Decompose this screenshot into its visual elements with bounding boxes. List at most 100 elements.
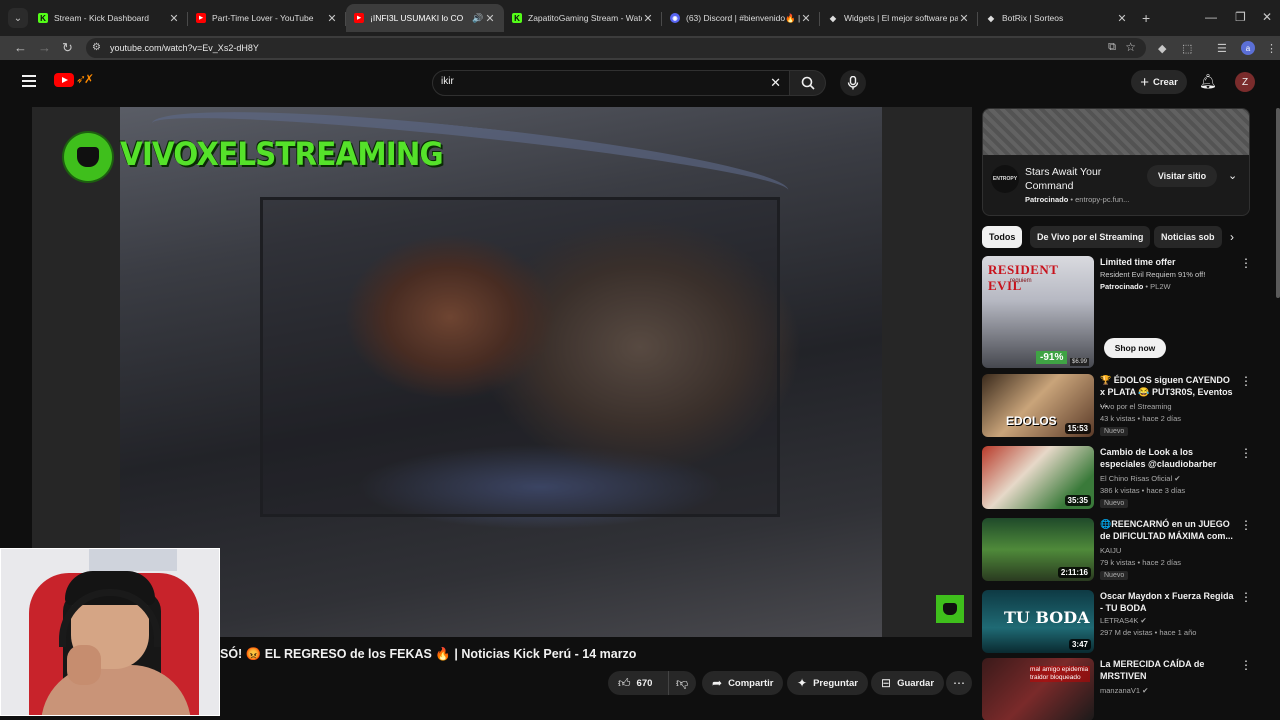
account-avatar[interactable]: Z — [1235, 72, 1255, 92]
rec-sponsored-label: Patrocinado — [1100, 282, 1144, 291]
ad-card[interactable]: ENTROPY Stars Await Your Command Patroci… — [982, 108, 1250, 216]
browser-tab[interactable]: ◉ (63) Discord | #bienvenido🔥 | ✕ — [662, 4, 820, 32]
rec-channel[interactable]: KAIJU — [1100, 546, 1121, 555]
new-tab-icon[interactable]: + — [1142, 10, 1150, 26]
list-item[interactable]: mal amigo epidemia traidor bloqueado La … — [982, 658, 1252, 720]
ad-title[interactable]: Stars Await Your Command — [1025, 165, 1135, 193]
rec-title[interactable]: La MERECIDA CAÍDA de MRSTIVEN — [1100, 658, 1236, 682]
rec-channel[interactable]: manzanaV1 ✔ — [1100, 686, 1148, 695]
minimize-icon[interactable]: — — [1205, 10, 1217, 24]
extensions-puzzle-icon[interactable]: ⬚ — [1182, 42, 1192, 55]
tab-audio-icon[interactable]: 🔊 — [472, 13, 484, 24]
bookmark-star-icon[interactable]: ☆ — [1125, 40, 1136, 54]
list-item[interactable]: 35:35 Cambio de Look a los especiales @c… — [982, 446, 1252, 510]
list-item[interactable]: EDOLOS 15:53 🏆 ÉDOLOS siguen CAYENDO x P… — [982, 374, 1252, 438]
shop-now-button[interactable]: Shop now — [1104, 338, 1166, 358]
more-vert-icon[interactable]: ⋮ — [1240, 590, 1252, 604]
page-scrollbar[interactable] — [1276, 108, 1280, 298]
tab-close-icon[interactable]: ✕ — [958, 12, 970, 25]
browser-tab[interactable]: ◆ Widgets | El mejor software pa ✕ — [820, 4, 978, 32]
reload-icon[interactable]: ↻ — [62, 40, 73, 56]
url-field[interactable]: ⚙ youtube.com/watch?v=Ev_Xs2-dH8Y ⧉ ☆ — [86, 38, 1146, 58]
youtube-favicon-icon: ▶ — [354, 13, 364, 23]
rec-meta: 43 k vistas • hace 2 días — [1100, 414, 1182, 423]
video-title: SÓ! 😡 EL REGRESO de los FEKAS 🔥 | Notici… — [220, 647, 637, 661]
ask-button[interactable]: ✦ Preguntar — [787, 671, 868, 695]
youtube-doodle-icon[interactable]: ➶✗ — [76, 72, 94, 86]
video-thumbnail[interactable]: 35:35 — [982, 446, 1094, 509]
visit-site-button[interactable]: Visitar sitio — [1147, 165, 1217, 187]
more-vert-icon[interactable]: ⋮ — [1240, 518, 1252, 532]
video-thumbnail[interactable]: EDOLOS 15:53 — [982, 374, 1094, 437]
list-item-sponsored[interactable]: RESIDENT EVIL requiem -91% $6.99 Limited… — [982, 256, 1252, 368]
tab-close-icon[interactable]: ✕ — [168, 12, 180, 25]
notifications-bell-icon[interactable]: 🔔︎ — [1199, 73, 1217, 90]
tab-close-icon[interactable]: ✕ — [800, 12, 812, 25]
rec-title[interactable]: Oscar Maydon x Fuerza Regida - TU BODA — [1100, 590, 1236, 614]
save-button[interactable]: ⊟ Guardar — [871, 671, 945, 695]
browser-menu-icon[interactable]: ⋮ — [1266, 42, 1277, 55]
more-actions-button[interactable]: ⋯ — [946, 671, 972, 695]
create-button[interactable]: + Crear — [1131, 70, 1187, 94]
list-item[interactable]: 2:11:16 🌐REENCARNÓ en un JUEGO de DIFICU… — [982, 518, 1252, 582]
share-arrow-icon: ➦ — [712, 676, 723, 690]
chip-noticias[interactable]: Noticias sob — [1154, 226, 1222, 248]
stream-watermark: VIVOXELSTREAMING — [120, 135, 444, 173]
rec-title[interactable]: Cambio de Look a los especiales @claudio… — [1100, 446, 1236, 470]
restore-icon[interactable]: ❐ — [1235, 10, 1246, 24]
url-text[interactable]: youtube.com/watch?v=Ev_Xs2-dH8Y — [110, 43, 259, 53]
browser-tab[interactable]: K ZapatitoGaming Stream - Watc ✕ — [504, 4, 662, 32]
install-app-icon[interactable]: ⧉ — [1108, 41, 1116, 54]
rec-title[interactable]: 🌐REENCARNÓ en un JUEGO de DIFICULTAD MÁX… — [1100, 518, 1236, 542]
close-window-icon[interactable]: ✕ — [1262, 10, 1272, 24]
search-box[interactable]: ✕ — [432, 70, 790, 96]
video-thumbnail[interactable]: mal amigo epidemia traidor bloqueado — [982, 658, 1094, 720]
video-thumbnail[interactable]: 2:11:16 — [982, 518, 1094, 581]
tab-close-icon[interactable]: ✕ — [1116, 12, 1128, 25]
forward-icon[interactable]: → — [38, 40, 51, 55]
site-info-icon[interactable]: ⚙ — [92, 42, 101, 53]
more-vert-icon[interactable]: ⋮ — [1240, 446, 1252, 460]
more-vert-icon[interactable]: ⋮ — [1240, 256, 1252, 270]
rec-channel[interactable]: LETRAS4K ✔ — [1100, 616, 1147, 625]
dislike-button[interactable]: 👎︎ — [668, 671, 696, 695]
tab-close-icon[interactable]: ✕ — [642, 12, 654, 25]
back-icon[interactable]: ← — [14, 40, 27, 55]
list-item[interactable]: TU BODA 3:47 Oscar Maydon x Fuerza Regid… — [982, 590, 1252, 654]
video-frame[interactable] — [120, 107, 882, 637]
thumb-logo: RESIDENT EVIL — [988, 262, 1059, 293]
browser-tab-active[interactable]: ▶ ¡INFI3L USUMAKI lo CO 🔊 ✕ — [346, 4, 504, 32]
tab-close-icon[interactable]: ✕ — [326, 12, 338, 25]
like-button[interactable]: 👍︎ 670 — [608, 671, 668, 695]
channel-watermark-icon[interactable] — [936, 595, 964, 623]
video-thumbnail[interactable]: RESIDENT EVIL requiem -91% $6.99 — [982, 256, 1094, 368]
chevron-right-icon[interactable]: › — [1230, 230, 1234, 244]
tab-close-icon[interactable]: ✕ — [484, 12, 496, 25]
chip-todos[interactable]: Todos — [982, 226, 1023, 248]
tab-groups-icon[interactable]: ☰ — [1217, 42, 1227, 55]
advertiser-logo[interactable]: ENTROPY — [991, 165, 1019, 193]
browser-tab[interactable]: ◆ BotRix | Sorteos ✕ — [978, 4, 1136, 32]
botrix-favicon-icon: ◆ — [987, 13, 995, 23]
rec-channel[interactable]: Vivo por el Streaming — [1100, 402, 1172, 411]
search-input[interactable] — [441, 76, 761, 87]
clear-search-icon[interactable]: ✕ — [770, 75, 781, 91]
more-vert-icon[interactable]: ⋮ — [1240, 658, 1252, 672]
chevron-down-icon[interactable]: ⌄ — [1228, 169, 1237, 182]
share-button[interactable]: ➦ Compartir — [702, 671, 784, 695]
voice-search-button[interactable] — [840, 70, 866, 96]
rec-channel[interactable]: El Chino Risas Oficial ✔ — [1100, 474, 1180, 483]
search-button[interactable] — [790, 70, 826, 96]
video-thumbnail[interactable]: TU BODA 3:47 — [982, 590, 1094, 653]
extension-diamond-icon[interactable]: ◆ — [1158, 42, 1166, 55]
tab-search-menu-icon[interactable]: ⌄ — [8, 8, 28, 28]
browser-tab[interactable]: K Stream - Kick Dashboard ✕ — [30, 4, 188, 32]
browser-tab[interactable]: ▶ Part-Time Lover - YouTube ✕ — [188, 4, 346, 32]
ad-banner-image[interactable] — [983, 109, 1249, 155]
more-vert-icon[interactable]: ⋮ — [1240, 374, 1252, 388]
menu-hamburger-icon[interactable] — [22, 75, 36, 90]
chip-de-vivo-por-el-streaming[interactable]: De Vivo por el Streaming — [1030, 226, 1151, 248]
rec-title[interactable]: Limited time offer — [1100, 256, 1236, 268]
youtube-logo-icon[interactable] — [54, 73, 74, 87]
browser-profile-avatar[interactable]: a — [1241, 41, 1255, 55]
